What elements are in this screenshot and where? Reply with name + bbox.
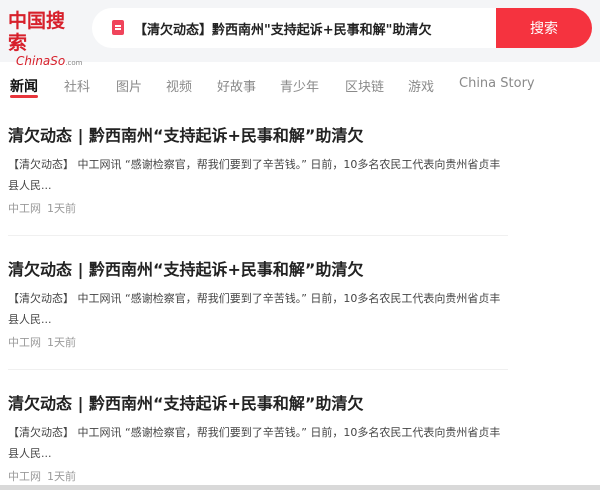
result-time: 1天前 xyxy=(47,336,76,349)
tab-videos[interactable]: 视频 xyxy=(166,76,192,95)
result-item: 清欠动态 | 黔西南州“支持起诉+民事和解”助清欠 【清欠动态】 中工网讯 “感… xyxy=(0,110,600,235)
result-source: 中工网 xyxy=(8,336,41,349)
result-snippet: 【清欠动态】 中工网讯 “感谢检察官，帮我们要到了辛苦钱。” 日前，10多名农民… xyxy=(8,158,501,192)
tab-images[interactable]: 图片 xyxy=(116,76,142,95)
taskbar-edge xyxy=(0,485,600,490)
chinaso-logo[interactable]: 中国搜索 ChinaSo.com xyxy=(8,10,82,68)
top-bar: 中国搜索 ChinaSo.com 搜索 xyxy=(0,0,600,68)
result-item: 清欠动态 | 黔西南州“支持起诉+民事和解”助清欠 【清欠动态】 中工网讯 “感… xyxy=(0,244,600,369)
result-source: 中工网 xyxy=(8,202,41,215)
result-item: 清欠动态 | 黔西南州“支持起诉+民事和解”助清欠 【清欠动态】 中工网讯 “感… xyxy=(0,378,600,490)
result-time: 1天前 xyxy=(47,470,76,483)
tab-social-science[interactable]: 社科 xyxy=(64,76,90,95)
logo-text-en-suffix: .com xyxy=(65,59,83,67)
logo-text-en-main: ChinaSo xyxy=(16,54,66,68)
tab-news[interactable]: 新闻 xyxy=(10,76,38,96)
result-meta: 中工网 1天前 xyxy=(8,200,76,216)
document-icon xyxy=(112,20,124,35)
tab-youth[interactable]: 青少年 xyxy=(280,76,319,95)
result-meta: 中工网 1天前 xyxy=(8,468,76,484)
search-box: 搜索 xyxy=(92,8,592,48)
active-tab-underline xyxy=(10,95,38,98)
result-source: 中工网 xyxy=(8,470,41,483)
result-divider xyxy=(8,369,508,370)
result-snippet: 【清欠动态】 中工网讯 “感谢检察官，帮我们要到了辛苦钱。” 日前，10多名农民… xyxy=(8,292,501,326)
result-time: 1天前 xyxy=(47,202,76,215)
result-meta: 中工网 1天前 xyxy=(8,334,76,350)
category-tabs: 新闻 社科 图片 视频 好故事 青少年 区块链 游戏 China Story xyxy=(0,68,600,104)
result-snippet: 【清欠动态】 中工网讯 “感谢检察官，帮我们要到了辛苦钱。” 日前，10多名农民… xyxy=(8,426,501,460)
tab-china-story[interactable]: China Story xyxy=(459,76,535,91)
result-title-link[interactable]: 清欠动态 | 黔西南州“支持起诉+民事和解”助清欠 xyxy=(8,122,363,146)
result-title-link[interactable]: 清欠动态 | 黔西南州“支持起诉+民事和解”助清欠 xyxy=(8,256,363,280)
result-title-link[interactable]: 清欠动态 | 黔西南州“支持起诉+民事和解”助清欠 xyxy=(8,390,363,414)
tab-games[interactable]: 游戏 xyxy=(408,76,434,95)
logo-text-cn: 中国搜索 xyxy=(8,10,66,54)
search-button[interactable]: 搜索 xyxy=(496,8,592,48)
tab-blockchain[interactable]: 区块链 xyxy=(345,76,384,95)
search-input[interactable] xyxy=(134,8,494,48)
tab-good-stories[interactable]: 好故事 xyxy=(217,76,256,95)
result-divider xyxy=(8,235,508,236)
